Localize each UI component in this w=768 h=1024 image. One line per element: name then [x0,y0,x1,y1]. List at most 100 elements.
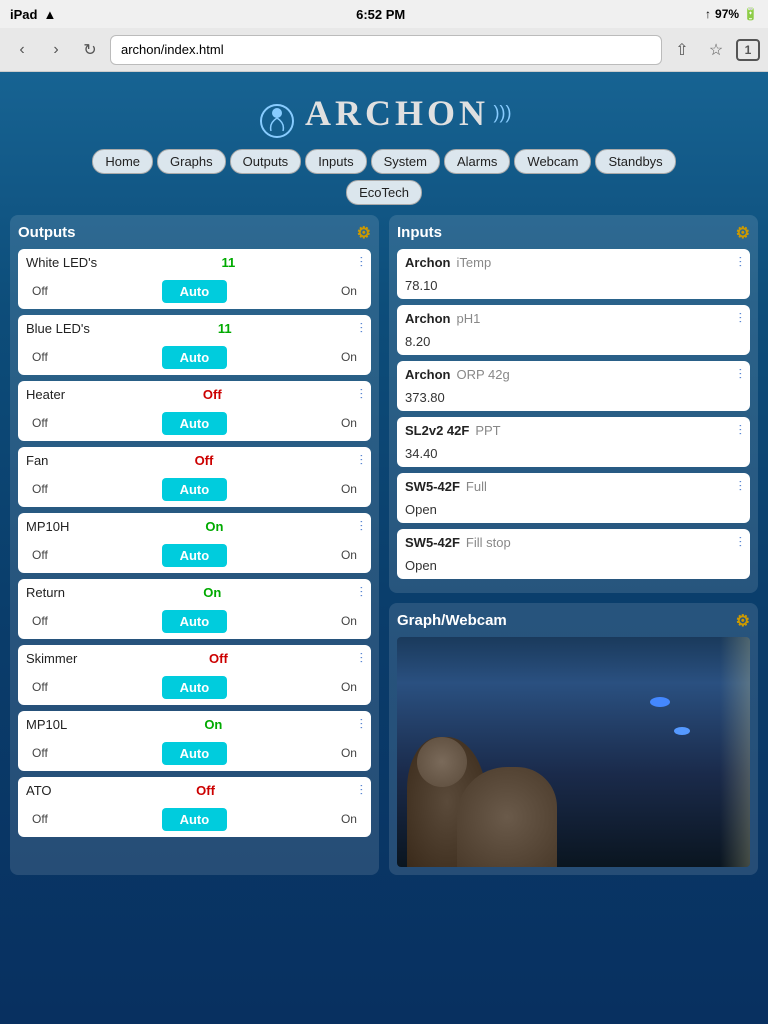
logo-text: ARCHON [305,93,489,133]
url-input[interactable] [110,35,662,65]
graph-webcam-panel: Graph/Webcam ⚙ [389,603,758,875]
on-ato[interactable]: On [335,810,363,828]
back-button[interactable]: ‹ [8,36,36,64]
on-mp10l[interactable]: On [335,744,363,762]
output-skimmer: Skimmer Off ⫶ Off Auto On [18,645,371,705]
off-heater[interactable]: Off [26,414,54,432]
on-return[interactable]: On [335,612,363,630]
share-button[interactable]: ⇧ [668,36,696,64]
signal-icon: ↑ [705,7,711,21]
input-value-itemp: 78.10 [397,276,750,299]
auto-fan[interactable]: Auto [162,478,228,501]
input-icon-itemp: ⫶ [739,254,743,271]
auto-blue-leds[interactable]: Auto [162,346,228,369]
output-status-white-leds: 11 [221,255,235,270]
output-icon-blue-leds: ⫶ [360,320,364,337]
on-blue-leds[interactable]: On [335,348,363,366]
input-icon-orp: ⫶ [739,366,743,383]
time-display: 6:52 PM [356,7,405,22]
output-name-ato: ATO [26,783,52,798]
wifi-icon: ▲ [43,7,56,22]
nav-system[interactable]: System [371,149,440,174]
main-grid: Outputs ⚙ White LED's 11 ⫶ Off Auto On [10,215,758,875]
battery-icon: 🔋 [743,7,758,21]
nav-alarms[interactable]: Alarms [444,149,510,174]
input-value-sw5-fillstop: Open [397,556,750,579]
graph-webcam-title: Graph/Webcam ⚙ [397,611,750,631]
off-ato[interactable]: Off [26,810,54,828]
auto-skimmer[interactable]: Auto [162,676,228,699]
aquarium-glass [720,637,750,867]
off-mp10h[interactable]: Off [26,546,54,564]
nav-webcam[interactable]: Webcam [514,149,591,174]
off-return[interactable]: Off [26,612,54,630]
off-blue-leds[interactable]: Off [26,348,54,366]
on-skimmer[interactable]: On [335,678,363,696]
input-orp: Archon ORP 42g ⫶ 373.80 [397,361,750,411]
refresh-button[interactable]: ↻ [76,36,104,64]
nav-inputs[interactable]: Inputs [305,149,366,174]
input-label-itemp: iTemp [457,255,492,270]
input-sw5-fillstop: SW5-42F Fill stop ⫶ Open [397,529,750,579]
on-heater[interactable]: On [335,414,363,432]
on-mp10h[interactable]: On [335,546,363,564]
auto-heater[interactable]: Auto [162,412,228,435]
output-heater: Heater Off ⫶ Off Auto On [18,381,371,441]
input-source-orp: Archon [405,367,451,382]
browser-bar: ‹ › ↻ ⇧ ☆ 1 [0,28,768,72]
graph-webcam-gear-icon[interactable]: ⚙ [736,611,750,631]
on-white-leds[interactable]: On [335,282,363,300]
on-fan[interactable]: On [335,480,363,498]
webcam-image [397,637,750,867]
nav-home[interactable]: Home [92,149,153,174]
input-itemp: Archon iTemp ⫶ 78.10 [397,249,750,299]
auto-mp10h[interactable]: Auto [162,544,228,567]
input-value-ppt: 34.40 [397,444,750,467]
input-source-sw5-full: SW5-42F [405,479,460,494]
auto-return[interactable]: Auto [162,610,228,633]
aquarium-rock2 [457,767,557,867]
off-white-leds[interactable]: Off [26,282,54,300]
nav-ecotech[interactable]: EcoTech [346,180,422,205]
output-status-ato: Off [196,783,215,798]
output-status-blue-leds: 11 [218,321,232,336]
forward-button[interactable]: › [42,36,70,64]
input-value-sw5-full: Open [397,500,750,523]
output-icon-ato: ⫶ [360,782,364,799]
input-label-sw5-full: Full [466,479,487,494]
output-name-fan: Fan [26,453,48,468]
output-name-white-leds: White LED's [26,255,97,270]
outputs-gear-icon[interactable]: ⚙ [357,223,371,243]
output-status-mp10l: On [204,717,222,732]
nav-standbys[interactable]: Standbys [595,149,675,174]
input-label-ph1: pH1 [457,311,481,326]
off-fan[interactable]: Off [26,480,54,498]
off-mp10l[interactable]: Off [26,744,54,762]
auto-ato[interactable]: Auto [162,808,228,831]
output-name-blue-leds: Blue LED's [26,321,90,336]
off-skimmer[interactable]: Off [26,678,54,696]
inputs-gear-icon[interactable]: ⚙ [736,223,750,243]
nav-outputs[interactable]: Outputs [230,149,302,174]
nav-row-1: Home Graphs Outputs Inputs System Alarms… [10,149,758,174]
inputs-panel: Inputs ⚙ Archon iTemp ⫶ 78.10 [389,215,758,593]
output-name-mp10h: MP10H [26,519,69,534]
auto-mp10l[interactable]: Auto [162,742,228,765]
right-column: Inputs ⚙ Archon iTemp ⫶ 78.10 [389,215,758,875]
nav-graphs[interactable]: Graphs [157,149,226,174]
nav-row-2: EcoTech [10,180,758,205]
outputs-title: Outputs ⚙ [18,223,371,243]
input-ppt: SL2v2 42F PPT ⫶ 34.40 [397,417,750,467]
input-source-sw5-fillstop: SW5-42F [405,535,460,550]
status-left: iPad ▲ [10,7,56,22]
auto-white-leds[interactable]: Auto [162,280,228,303]
output-status-skimmer: Off [209,651,228,666]
input-icon-ppt: ⫶ [739,422,743,439]
battery-label: 97% [715,7,739,21]
input-icon-sw5-fillstop: ⫶ [739,534,743,551]
bookmark-button[interactable]: ☆ [702,36,730,64]
tab-count[interactable]: 1 [736,39,760,61]
archon-logo-icon [257,101,297,141]
input-source-itemp: Archon [405,255,451,270]
app-content: ARCHON ))) Home Graphs Outputs Inputs Sy… [0,72,768,885]
